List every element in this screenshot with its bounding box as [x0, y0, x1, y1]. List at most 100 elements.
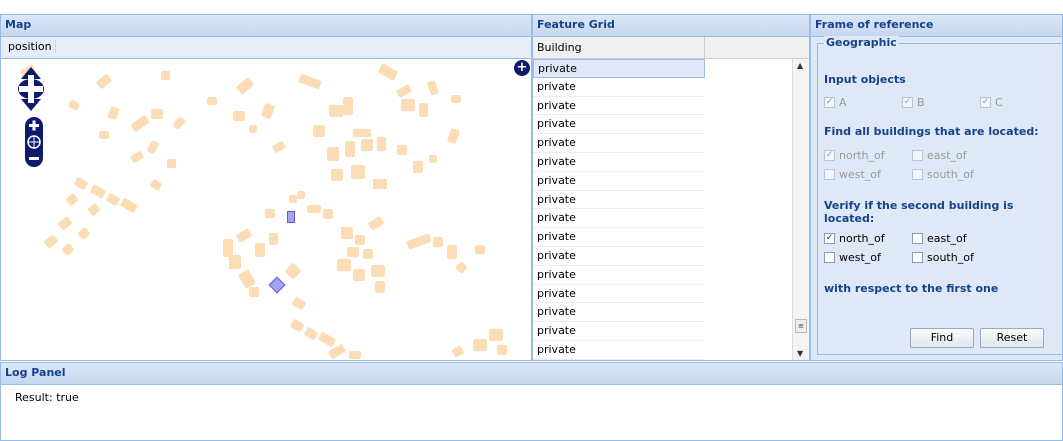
building-shape[interactable] — [327, 147, 339, 161]
building-shape[interactable] — [451, 345, 465, 358]
table-row[interactable]: private — [533, 228, 705, 247]
building-shape[interactable] — [146, 139, 160, 155]
building-shape[interactable] — [265, 209, 275, 218]
building-shape[interactable] — [269, 233, 278, 245]
building-shape[interactable] — [337, 259, 351, 271]
verify-west-of-checkbox[interactable]: west_of — [824, 251, 881, 264]
table-row[interactable]: private — [533, 209, 705, 229]
building-shape[interactable] — [87, 202, 101, 217]
building-shape[interactable] — [406, 233, 432, 250]
building-shape[interactable] — [426, 80, 440, 96]
zoom-control[interactable] — [25, 117, 43, 167]
building-shape[interactable] — [371, 265, 385, 277]
building-shape[interactable] — [130, 114, 150, 133]
building-shape[interactable] — [149, 179, 163, 191]
find-east-of-checkbox[interactable]: east_of — [912, 149, 967, 162]
table-row[interactable]: private — [533, 134, 705, 153]
building-shape[interactable] — [260, 102, 276, 120]
building-shape[interactable] — [161, 71, 170, 80]
building-shape[interactable] — [349, 351, 361, 359]
building-shape[interactable] — [107, 105, 120, 121]
building-shape[interactable] — [233, 111, 245, 121]
building-shape[interactable] — [361, 139, 373, 151]
building-shape[interactable] — [129, 150, 145, 164]
building-shape[interactable] — [249, 287, 259, 297]
verify-south-of-checkbox[interactable]: south_of — [912, 251, 974, 264]
building-shape[interactable] — [489, 329, 503, 341]
building-shape[interactable] — [347, 247, 359, 257]
building-shape[interactable] — [447, 245, 457, 259]
building-shape[interactable] — [284, 262, 302, 280]
building-shape[interactable] — [237, 269, 257, 289]
building-shape[interactable] — [57, 216, 73, 231]
building-shape[interactable] — [291, 296, 307, 311]
building-shape[interactable] — [235, 77, 255, 95]
building-shape[interactable] — [413, 161, 423, 173]
building-shape[interactable] — [105, 192, 121, 207]
building-shape[interactable] — [235, 228, 253, 243]
building-shape[interactable] — [473, 339, 487, 351]
scroll-down-icon[interactable]: ▼ — [797, 349, 803, 358]
pan-control[interactable] — [17, 67, 45, 111]
table-row[interactable]: private — [533, 172, 705, 191]
building-shape[interactable] — [419, 103, 428, 117]
map-canvas[interactable] — [1, 59, 531, 360]
building-shape[interactable] — [119, 197, 139, 214]
building-shape[interactable] — [475, 245, 485, 254]
building-shape[interactable] — [151, 109, 163, 119]
scroll-thumb-icon[interactable]: ≡ — [795, 319, 807, 333]
building-shape[interactable] — [313, 125, 325, 137]
building-shape[interactable] — [433, 237, 443, 247]
building-shape[interactable] — [497, 345, 507, 355]
building-shape[interactable] — [395, 84, 413, 98]
input-checkbox-a[interactable]: ✓ A — [824, 96, 847, 109]
building-shape[interactable] — [65, 192, 79, 207]
building-shape[interactable] — [429, 155, 437, 163]
selected-building-b[interactable] — [268, 276, 286, 294]
position-button[interactable]: position — [5, 40, 56, 53]
find-north-of-checkbox[interactable]: ✓ north_of — [824, 149, 885, 162]
building-shape[interactable] — [353, 269, 365, 281]
building-shape[interactable] — [167, 159, 176, 168]
building-shape[interactable] — [343, 97, 353, 115]
building-shape[interactable] — [345, 141, 355, 157]
verify-east-of-checkbox[interactable]: east_of — [912, 232, 967, 245]
building-shape[interactable] — [207, 97, 217, 105]
building-shape[interactable] — [43, 234, 59, 249]
table-row[interactable]: private — [533, 341, 705, 360]
table-row[interactable]: private — [533, 191, 705, 210]
input-checkbox-c[interactable]: ✓ C — [980, 96, 1003, 109]
building-shape[interactable] — [67, 99, 81, 111]
table-row[interactable]: private — [533, 266, 705, 285]
building-shape[interactable] — [303, 326, 319, 341]
building-shape[interactable] — [171, 115, 187, 131]
building-shape[interactable] — [329, 105, 343, 117]
building-shape[interactable] — [61, 242, 75, 257]
table-row[interactable]: private — [533, 115, 705, 135]
building-shape[interactable] — [373, 179, 387, 189]
selected-building-a[interactable] — [287, 211, 295, 223]
building-shape[interactable] — [77, 226, 91, 241]
building-shape[interactable] — [89, 184, 107, 199]
building-shape[interactable] — [298, 73, 322, 90]
building-shape[interactable] — [323, 209, 333, 219]
find-button[interactable]: Find — [910, 328, 974, 348]
scroll-up-icon[interactable]: ▲ — [797, 61, 803, 70]
table-row[interactable]: private — [533, 322, 705, 341]
building-shape[interactable] — [375, 281, 385, 293]
column-header-building[interactable]: Building — [533, 37, 705, 59]
building-shape[interactable] — [289, 318, 305, 333]
table-row[interactable]: private — [533, 153, 705, 172]
table-row[interactable]: private — [533, 59, 705, 78]
building-shape[interactable] — [401, 99, 415, 111]
table-row[interactable]: private — [533, 247, 705, 266]
verify-north-of-checkbox[interactable]: ✓ north_of — [824, 232, 885, 245]
building-shape[interactable] — [446, 127, 461, 145]
building-shape[interactable] — [271, 140, 287, 154]
building-shape[interactable] — [363, 249, 373, 259]
building-shape[interactable] — [249, 125, 257, 133]
building-shape[interactable] — [95, 73, 113, 90]
building-shape[interactable] — [307, 205, 321, 213]
building-shape[interactable] — [397, 145, 407, 155]
find-south-of-checkbox[interactable]: south_of — [912, 168, 974, 181]
